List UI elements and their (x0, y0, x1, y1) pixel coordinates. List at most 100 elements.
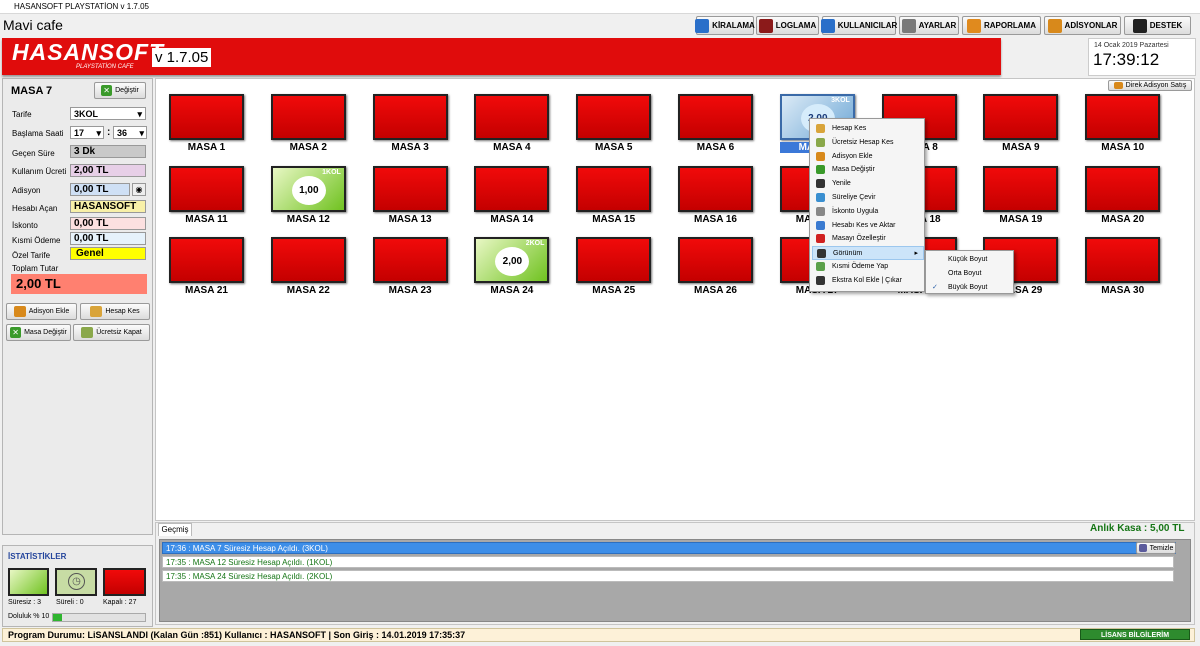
table-tile[interactable] (576, 237, 652, 283)
table-name[interactable]: MASA 12 (271, 214, 346, 225)
toolbar-button-1[interactable]: KİRALAMA (695, 16, 755, 35)
occupancy-label: Doluluk % 10 (8, 613, 50, 620)
tarife-select[interactable]: 3KOL ▾ (70, 107, 146, 120)
add-adisyon-button[interactable]: Adisyon Ekle (6, 303, 77, 320)
toolbar-button-7[interactable]: DESTEK (1124, 16, 1191, 35)
partial-pay-icon (816, 262, 825, 271)
elapsed-value: 3 Dk (70, 145, 146, 158)
table-tile[interactable] (372, 94, 448, 140)
toolbar-button-3[interactable]: KULLANICILAR (820, 16, 897, 35)
table-tile[interactable] (474, 94, 550, 140)
close-bill-button[interactable]: Hesap Kes (80, 303, 150, 320)
table-name[interactable]: MASA 26 (678, 285, 753, 296)
table-name[interactable]: MASA 16 (678, 214, 753, 225)
clear-history-button[interactable]: Temizle (1136, 542, 1176, 554)
table-name[interactable]: MASA 24 (474, 285, 549, 296)
table-tile[interactable] (169, 94, 244, 140)
table-name[interactable]: MASA 15 (576, 214, 651, 225)
table-tile[interactable] (1085, 94, 1161, 140)
history-row[interactable]: 17:36 : MASA 7 Süresiz Hesap Açıldı. (3K… (162, 542, 1176, 554)
change-table-bottom-button[interactable]: ✕ Masa Değiştir (6, 324, 71, 341)
clock-icon: ◷ (68, 573, 85, 590)
submenu-item[interactable]: Orta Boyut (926, 267, 1014, 281)
swap-icon: ✕ (101, 85, 113, 96)
table-tile[interactable] (474, 165, 550, 212)
occupancy-fill (53, 614, 63, 621)
table-name[interactable]: MASA 21 (169, 285, 244, 296)
adisyon-label: Adisyon (12, 186, 41, 195)
table-tile[interactable] (678, 94, 753, 140)
context-menu-item[interactable]: Görünüm ▸ (812, 246, 924, 260)
context-menu-item[interactable]: Yenile (812, 177, 924, 191)
table-name[interactable]: MASA 11 (169, 214, 244, 225)
start-hour-value: 17 (74, 128, 85, 138)
context-menu-item[interactable]: İskonto Uygula (812, 205, 924, 219)
context-menu-item[interactable]: Hesabı Kes ve Aktar (812, 219, 924, 233)
table-name[interactable]: MASA 5 (576, 142, 651, 153)
table-tile[interactable] (1085, 165, 1161, 212)
direct-sale-button[interactable]: Direk Adisyon Satış (1108, 80, 1192, 91)
table-name[interactable]: MASA 30 (1085, 285, 1160, 296)
table-tile[interactable]: 1,00 1KOL (270, 165, 346, 212)
table-name[interactable]: MASA 4 (474, 142, 549, 153)
table-name[interactable]: MASA 14 (474, 214, 549, 225)
chevron-down-icon: ▾ (137, 109, 142, 119)
context-menu-item[interactable]: Ekstra Kol Ekle | Çıkar (812, 274, 924, 288)
refresh-icon (816, 179, 825, 189)
history-row[interactable]: 17:35 : MASA 12 Süresiz Hesap Açıldı. (1… (162, 556, 1174, 568)
table-name[interactable]: MASA 19 (983, 214, 1058, 225)
table-name[interactable]: MASA 22 (271, 285, 346, 296)
context-menu-item[interactable]: Hesap Kes (812, 122, 924, 136)
start-minute-select[interactable]: 36 ▾ (113, 126, 147, 139)
context-menu-item[interactable]: Ücretsiz Hesap Kes (812, 136, 924, 150)
context-menu-item[interactable]: Kısmi Ödeme Yap (812, 260, 924, 274)
table-tile[interactable] (983, 165, 1059, 212)
table-tile[interactable] (576, 165, 652, 212)
chevron-right-icon: ▸ (914, 250, 918, 258)
change-table-button[interactable]: ✕ Değiştir (94, 82, 146, 99)
table-tile[interactable] (983, 94, 1059, 140)
table-name[interactable]: MASA 25 (576, 285, 651, 296)
submenu-item[interactable]: ✓ Büyük Boyut (926, 281, 1014, 295)
toolbar-button-5[interactable]: RAPORLAMA (962, 16, 1041, 35)
table-tile[interactable] (169, 165, 244, 212)
context-menu-item[interactable]: Masa Değiştir (812, 163, 924, 177)
context-menu-item[interactable]: Masayı Özelleştir (812, 232, 924, 246)
context-menu-item-label: Görünüm (833, 250, 863, 258)
table-name[interactable]: MASA 2 (271, 142, 346, 153)
table-name[interactable]: MASA 13 (373, 214, 448, 225)
context-menu-item[interactable]: Adisyon Ekle (812, 150, 924, 164)
history-row[interactable]: 17:35 : MASA 24 Süresiz Hesap Açıldı. (2… (162, 570, 1174, 582)
free-cash-icon (81, 327, 94, 338)
table-name[interactable]: MASA 9 (983, 142, 1058, 153)
toolbar-button-6[interactable]: ADİSYONLAR (1044, 16, 1121, 35)
table-name[interactable]: MASA 1 (169, 142, 244, 153)
license-info-button[interactable]: LİSANS BİLGİLERİM (1080, 629, 1190, 640)
table-name[interactable]: MASA 3 (373, 142, 448, 153)
toolbar-button-4[interactable]: AYARLAR (899, 16, 959, 35)
start-hour-select[interactable]: 17 ▾ (70, 126, 104, 139)
cash-icon (90, 306, 103, 317)
table-tile[interactable] (372, 237, 448, 283)
table-tile[interactable] (270, 237, 346, 283)
table-tile[interactable] (372, 165, 448, 212)
context-menu-item[interactable]: Süreliye Çevir (812, 191, 924, 205)
history-tab[interactable]: Geçmiş (158, 523, 192, 536)
table-name[interactable]: MASA 6 (678, 142, 753, 153)
submenu-item[interactable]: Küçük Boyut (926, 253, 1014, 267)
table-tile[interactable] (270, 94, 346, 140)
table-tile[interactable] (576, 94, 652, 140)
free-close-button[interactable]: Ücretsiz Kapat (73, 324, 150, 341)
eye-icon[interactable]: ◉ (132, 183, 146, 196)
account-opener-value: HASANSOFT (70, 200, 146, 213)
table-name[interactable]: MASA 20 (1085, 214, 1160, 225)
table-name[interactable]: MASA 23 (373, 285, 448, 296)
users-icon (820, 18, 835, 33)
table-tile[interactable] (169, 237, 244, 283)
table-tile[interactable]: 2,00 2KOL (474, 237, 550, 283)
toolbar-button-2[interactable]: LOGLAMA (756, 16, 819, 35)
table-tile[interactable] (678, 165, 753, 212)
table-name[interactable]: MASA 10 (1085, 142, 1160, 153)
table-tile[interactable] (1085, 237, 1161, 283)
table-tile[interactable] (678, 237, 753, 283)
